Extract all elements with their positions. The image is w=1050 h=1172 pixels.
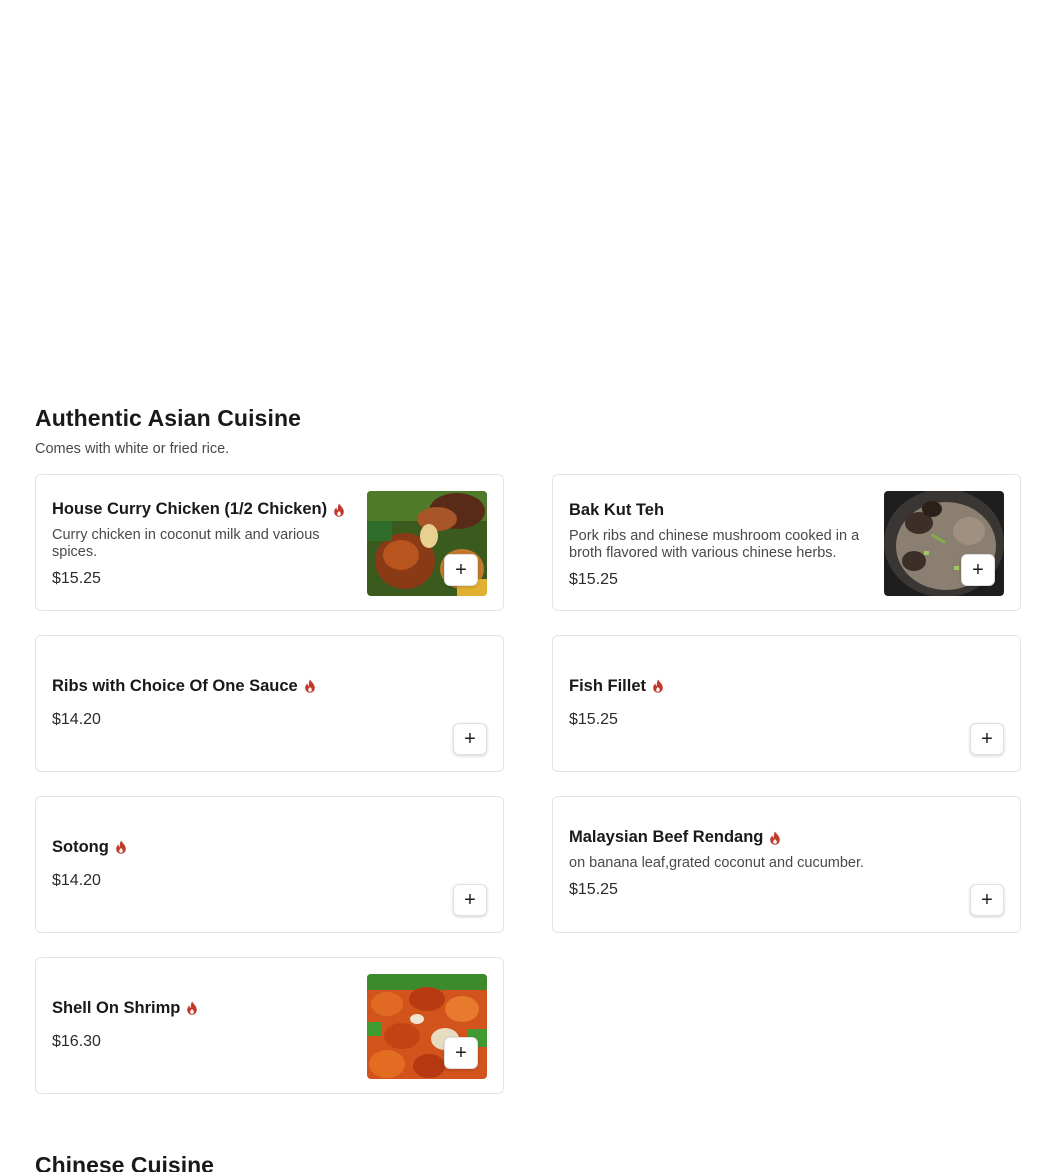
item-name-row: Fish Fillet (569, 677, 1004, 696)
next-section-title: Chinese Cuisine (35, 1152, 214, 1172)
item-name-row: Bak Kut Teh (569, 501, 870, 520)
menu-item-card[interactable]: Malaysian Beef Rendang on banana leaf,gr… (552, 796, 1021, 933)
item-name: Ribs with Choice Of One Sauce (52, 676, 298, 695)
item-name: Bak Kut Teh (569, 501, 665, 519)
add-to-cart-button[interactable]: + (961, 554, 995, 586)
menu-item-card[interactable]: Shell On Shrimp $16.30 + (35, 957, 504, 1094)
add-to-cart-button[interactable]: + (444, 554, 478, 586)
item-price: $15.25 (569, 710, 618, 728)
item-name-row: Malaysian Beef Rendang (569, 828, 1004, 847)
menu-item-card[interactable]: Sotong $14.20 + (35, 796, 504, 933)
item-description: Pork ribs and chinese mushroom cooked in… (569, 528, 860, 561)
add-to-cart-button[interactable]: + (453, 884, 487, 916)
item-price: $15.25 (52, 570, 101, 587)
item-name-row: Shell On Shrimp (52, 999, 353, 1018)
item-price: $14.20 (52, 871, 101, 889)
item-name: Sotong (52, 837, 109, 856)
spicy-icon (187, 1001, 198, 1015)
spicy-icon (653, 679, 663, 693)
item-price: $15.25 (569, 881, 618, 898)
item-price: $15.25 (569, 571, 618, 588)
spicy-icon (304, 679, 315, 693)
item-name-row: Sotong (52, 838, 487, 857)
spicy-icon (334, 503, 344, 517)
add-to-cart-button[interactable]: + (970, 723, 1004, 755)
menu-item-card[interactable]: Fish Fillet $15.25 + (552, 635, 1021, 772)
item-name-row: House Curry Chicken (1/2 Chicken) (52, 500, 353, 519)
item-price: $16.30 (52, 1032, 101, 1050)
add-to-cart-button[interactable]: + (970, 884, 1004, 916)
add-to-cart-button[interactable]: + (453, 723, 487, 755)
item-price: $14.20 (52, 710, 101, 728)
item-description: Curry chicken in coconut milk and variou… (52, 527, 320, 560)
menu-item-card[interactable]: Ribs with Choice Of One Sauce $14.20 + (35, 635, 504, 772)
menu-item-card[interactable]: Bak Kut Teh Pork ribs and chinese mushro… (552, 474, 1021, 611)
menu-section-header: Authentic Asian Cuisine Comes with white… (35, 405, 1021, 457)
spicy-icon (116, 840, 126, 854)
spicy-icon (770, 831, 781, 845)
section-subtitle: Comes with white or fried rice. (35, 441, 230, 457)
section-title: Authentic Asian Cuisine (35, 405, 301, 431)
item-description: on banana leaf,grated coconut and cucumb… (569, 855, 865, 871)
item-name: Malaysian Beef Rendang (569, 828, 764, 846)
add-to-cart-button[interactable]: + (444, 1037, 478, 1069)
item-name: Fish Fillet (569, 676, 647, 695)
item-name: House Curry Chicken (1/2 Chicken) (52, 500, 328, 518)
menu-item-card[interactable]: House Curry Chicken (1/2 Chicken) Curry … (35, 474, 504, 611)
item-name: Shell On Shrimp (52, 998, 181, 1017)
item-name-row: Ribs with Choice Of One Sauce (52, 677, 487, 696)
